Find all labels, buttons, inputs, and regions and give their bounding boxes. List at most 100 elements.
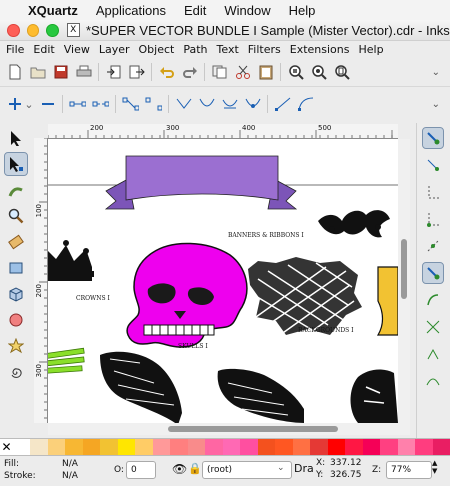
palette-swatch[interactable] [205,439,223,455]
open-icon[interactable] [29,64,46,81]
to-curve-icon[interactable] [297,96,314,113]
palette-swatch[interactable] [327,439,346,455]
to-line-icon[interactable] [274,96,291,113]
palette-swatch[interactable] [310,439,328,455]
close-window-button[interactable] [7,23,20,37]
palette-swatch[interactable] [380,439,398,455]
undo-icon[interactable] [158,64,175,81]
palette-swatch[interactable] [152,439,171,455]
palette-swatch[interactable] [432,439,450,455]
app-menu[interactable]: XQuartz [28,3,78,18]
selector-tool-icon[interactable] [5,127,27,149]
palette-swatch[interactable] [170,439,188,455]
rectangle-tool-icon[interactable] [5,257,27,279]
snap-nodes-icon[interactable] [422,262,444,284]
menu-path[interactable]: Path [183,43,207,56]
palette-swatch[interactable] [187,439,206,455]
visibility-eye-icon[interactable]: 👁 [172,462,187,476]
menu-help[interactable]: Help [358,43,383,56]
no-paint-swatch[interactable]: ✕ [0,439,13,455]
opacity-field[interactable]: 0 [126,461,156,479]
spiral-tool-icon[interactable] [5,361,27,383]
menu-file[interactable]: File [6,43,24,56]
snap-toggle-icon[interactable] [422,127,444,149]
snap-midpoint-icon[interactable] [423,236,443,256]
3d-box-tool-icon[interactable] [5,283,27,305]
palette-swatch[interactable] [65,439,83,455]
mac-menu-applications[interactable]: Applications [96,3,166,18]
palette-swatch[interactable] [135,439,153,455]
star-tool-icon[interactable] [5,335,27,357]
snap-path-icon[interactable] [423,290,443,310]
mac-menu-window[interactable]: Window [224,3,270,18]
cut-icon[interactable] [234,64,251,81]
palette-swatch[interactable] [117,439,136,455]
zoom-window-button[interactable] [46,23,59,37]
palette-swatch[interactable] [345,439,363,455]
palette-swatch[interactable] [82,439,101,455]
palette-swatch[interactable] [13,439,31,455]
redo-icon[interactable] [181,64,198,81]
zoom-selection-icon[interactable] [287,64,304,81]
ellipse-tool-icon[interactable] [5,309,27,331]
toolbar-overflow-icon[interactable]: ⌄ [432,99,440,110]
zoom-page-icon[interactable] [333,64,350,81]
new-icon[interactable] [6,64,23,81]
toolbar-overflow-icon[interactable]: ⌄ [432,67,440,78]
join-segment-icon[interactable] [122,96,139,113]
palette-swatch[interactable] [397,439,416,455]
palette-swatch[interactable] [222,439,241,455]
symmetric-node-icon[interactable] [221,96,238,113]
menu-edit[interactable]: Edit [33,43,54,56]
palette-swatch[interactable] [415,439,433,455]
snap-bbox-corner-icon[interactable] [423,209,443,229]
palette-swatch[interactable] [362,439,381,455]
menu-text[interactable]: Text [217,43,239,56]
zoom-tool-icon[interactable] [5,205,27,227]
lock-icon[interactable]: 🔒 [188,462,202,475]
delete-segment-icon[interactable] [145,96,162,113]
copy-icon[interactable] [211,64,228,81]
menu-extensions[interactable]: Extensions [290,43,350,56]
mac-menu-edit[interactable]: Edit [184,3,206,18]
auto-smooth-icon[interactable] [244,96,261,113]
palette-swatch[interactable] [100,439,118,455]
snap-smooth-icon[interactable] [423,371,443,391]
palette-swatch[interactable] [240,439,258,455]
horizontal-scroll-thumb[interactable] [168,426,338,432]
smooth-node-icon[interactable] [198,96,215,113]
measure-tool-icon[interactable] [5,231,27,253]
tweak-tool-icon[interactable] [5,179,27,201]
layer-dropdown-icon[interactable]: ⌄ [277,463,285,473]
palette-swatch[interactable] [292,439,311,455]
horizontal-scrollbar[interactable] [48,423,410,435]
node-tool-icon[interactable] [4,152,28,176]
mac-menu-help[interactable]: Help [289,3,316,18]
add-node-icon[interactable] [6,96,23,113]
palette-swatch[interactable] [257,439,276,455]
paste-icon[interactable] [257,64,274,81]
snap-path-intersection-icon[interactable] [423,317,443,337]
add-node-dropdown-icon[interactable]: ⌄ [24,96,33,113]
cusp-node-icon[interactable] [175,96,192,113]
minimize-window-button[interactable] [26,23,39,37]
snap-bbox-edge-icon[interactable] [423,182,443,202]
palette-swatch[interactable] [275,439,293,455]
palette-swatch[interactable] [30,439,48,455]
vertical-scroll-thumb[interactable] [401,239,407,299]
menu-object[interactable]: Object [139,43,175,56]
export-icon[interactable] [128,64,145,81]
menu-layer[interactable]: Layer [99,43,130,56]
snap-bbox-icon[interactable] [423,155,443,175]
menu-filters[interactable]: Filters [248,43,281,56]
snap-cusp-icon[interactable] [423,344,443,364]
drawing-canvas[interactable]: BANNERS & RIBBONS I CROWNS I SKULLS I BA… [48,139,398,423]
import-icon[interactable] [105,64,122,81]
zoom-stepper-icon[interactable]: ▲ ▼ [432,459,437,475]
zoom-field[interactable]: 77% [386,461,432,479]
zoom-drawing-icon[interactable] [310,64,327,81]
join-nodes-icon[interactable] [69,96,86,113]
vertical-scrollbar[interactable] [398,139,410,423]
palette-swatch[interactable] [47,439,66,455]
save-icon[interactable] [52,64,69,81]
